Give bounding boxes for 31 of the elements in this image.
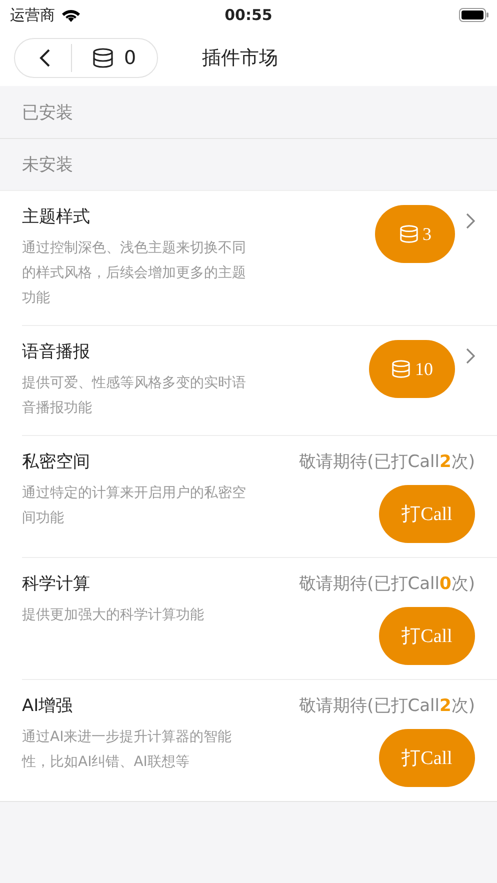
carrier-name: 运营商	[10, 6, 55, 24]
call-button[interactable]: 打Call	[379, 485, 475, 543]
coins-icon	[398, 225, 418, 243]
call-status: 敬请期待(已打Call2次)	[299, 695, 475, 717]
back-icon[interactable]	[39, 48, 51, 68]
price-button[interactable]: 10	[369, 340, 455, 398]
battery-icon	[459, 8, 489, 22]
chevron-right-icon[interactable]	[465, 213, 475, 229]
plugin-name: 私密空间	[22, 451, 91, 473]
plugin-name: 语音播报	[22, 341, 91, 363]
chevron-right-icon[interactable]	[465, 348, 475, 364]
plugin-name: 科学计算	[22, 573, 91, 595]
coins-icon	[391, 360, 411, 378]
coin-count: 0	[124, 47, 136, 69]
page-title: 插件市场	[202, 46, 278, 71]
call-status: 敬请期待(已打Call2次)	[299, 451, 475, 473]
wifi-icon	[61, 8, 81, 22]
plugin-description: 提供更加强大的科学计算功能	[22, 606, 205, 625]
call-status: 敬请期待(已打Call0次)	[299, 573, 475, 595]
plugin-description: 提供可爱、性感等风格多变的实时语音播报功能	[22, 374, 247, 418]
plugin-description: 通过控制深色、浅色主题来切换不同的样式风格，后续会增加更多的主题功能	[22, 239, 247, 308]
call-button[interactable]: 打Call	[379, 607, 475, 665]
clock-time: 00:55	[224, 6, 272, 24]
section-header: 已安装	[21, 102, 74, 124]
coins-icon	[92, 48, 114, 68]
price-button[interactable]: 3	[375, 205, 455, 263]
call-button[interactable]: 打Call	[379, 729, 475, 787]
plugin-name: AI增强	[22, 695, 74, 717]
plugin-description: 通过特定的计算来开启用户的私密空间功能	[22, 484, 247, 528]
plugin-description: 通过AI来进一步提升计算器的智能性，比如AI纠错、AI联想等	[22, 728, 233, 772]
plugin-name: 主题样式	[22, 206, 91, 228]
